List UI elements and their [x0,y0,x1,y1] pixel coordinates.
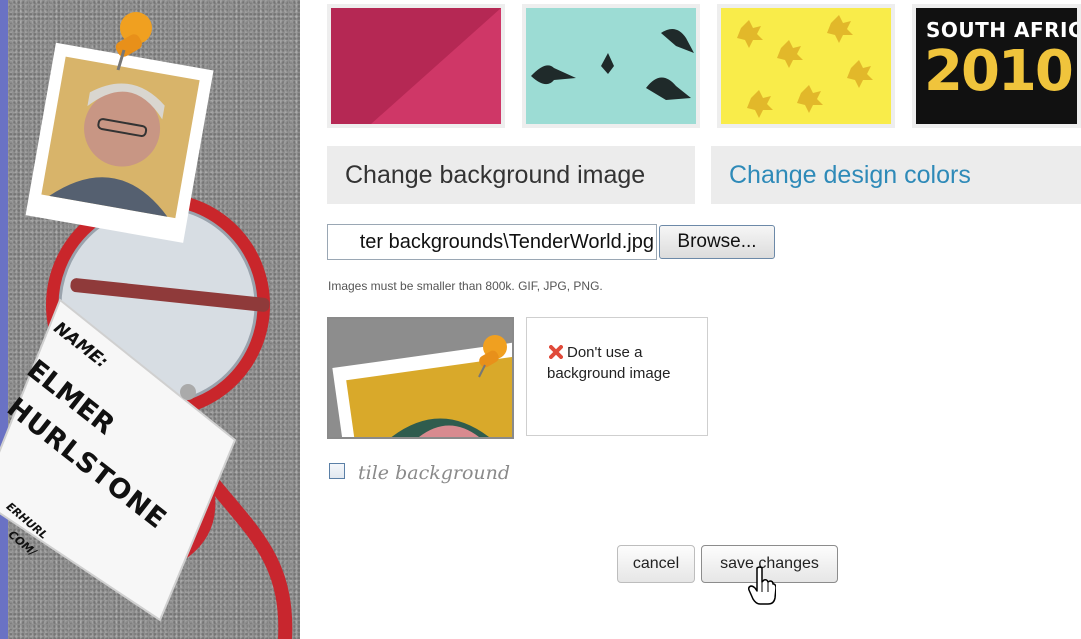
cancel-button[interactable]: cancel [617,545,695,583]
background-thumbnail-birds[interactable] [522,4,700,128]
no-background-image-label: Don't use a background image [547,344,671,382]
hand-cursor-icon [748,566,776,605]
tab-change-background-image[interactable]: Change background image [327,146,695,204]
browse-button[interactable]: Browse... [659,225,775,259]
tab-change-design-colors[interactable]: Change design colors [711,146,1081,204]
tile-background-label[interactable]: tile background [358,462,510,484]
photo-polaroid [25,42,214,243]
file-path-input[interactable]: ter backgrounds\TenderWorld.jpg [327,224,657,260]
south-africa-year: 2010 [924,39,1074,104]
background-thumbnail-crimson[interactable] [327,4,505,128]
file-size-hint: Images must be smaller than 800k. GIF, J… [328,279,603,293]
pinboard-illustration [0,12,293,639]
file-path-value: ter backgrounds\TenderWorld.jpg [359,231,654,253]
background-thumbnail-south-africa[interactable]: SOUTH AFRICA 2010 [912,4,1081,128]
background-thumbnail-leaves[interactable] [717,4,895,128]
background-preview-panel: NAME: ELMER HURLSTONE ERHURL COM/ [0,0,300,639]
badge-clip-ring [180,384,196,400]
selected-background-preview[interactable] [327,317,514,439]
no-background-image-option[interactable]: Don't use a background image [526,317,708,436]
tile-background-checkbox[interactable] [329,463,345,479]
